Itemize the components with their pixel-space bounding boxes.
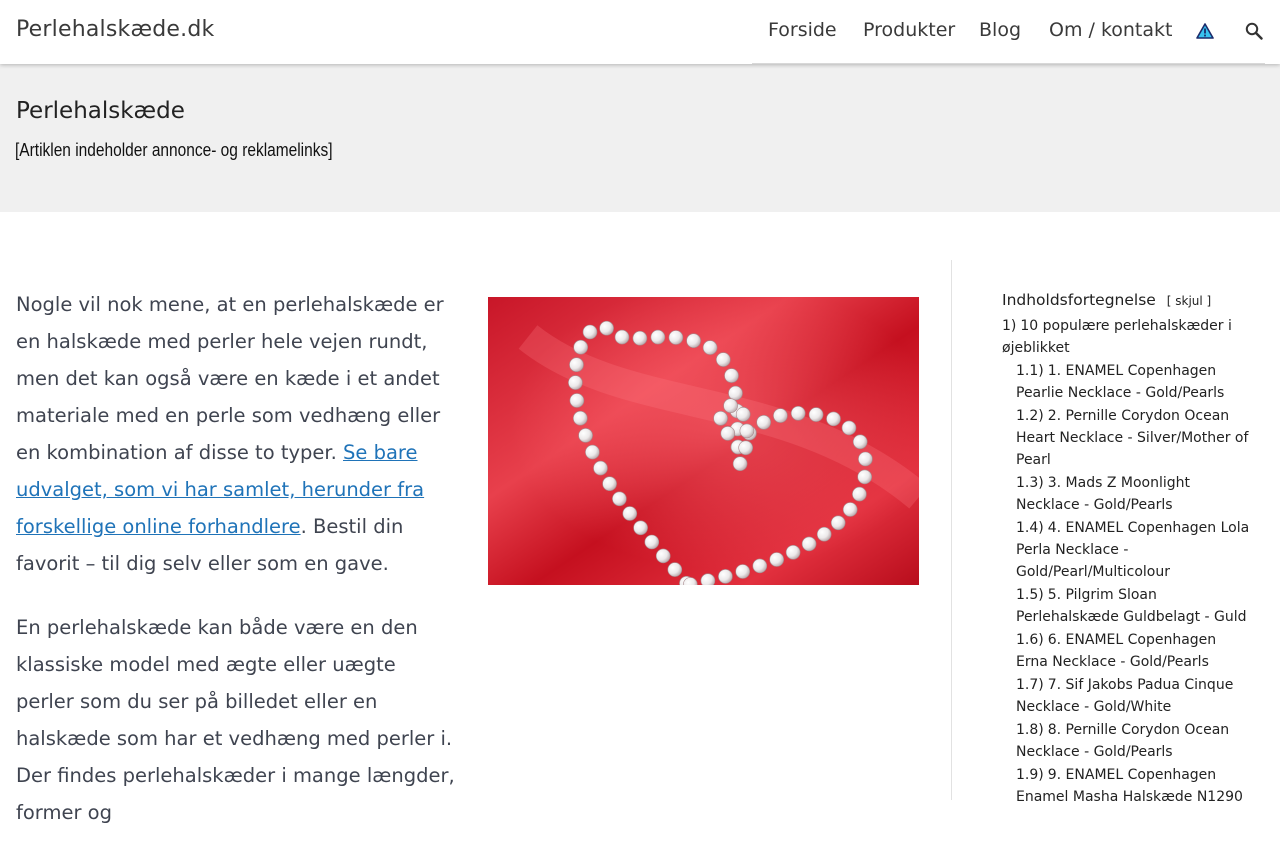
toc-label: 10 populære perlehalskæder i øjeblikket (1002, 318, 1232, 356)
toc-item[interactable]: 1.6) 6. ENAMEL Copenhagen Erna Necklace -… (1002, 629, 1252, 673)
toc-number: 1.4) (1016, 520, 1044, 536)
toc-label: 5. Pilgrim Sloan Perlehalskæde Guldbelag… (1016, 587, 1247, 625)
toc-label: 4. ENAMEL Copenhagen Lola Perla Necklace… (1016, 520, 1250, 580)
article-body: Nogle vil nok mene, at en perlehalskæde … (16, 286, 456, 858)
toc-item[interactable]: 1.5) 5. Pilgrim Sloan Perlehalskæde Guldb… (1002, 584, 1252, 628)
toc-item[interactable]: 1) 10 populære perlehalskæder i øjeblikke… (1002, 315, 1252, 359)
toc-number: 1.2) (1016, 408, 1044, 424)
search-icon[interactable] (1245, 22, 1263, 40)
sidebar-divider (951, 260, 952, 800)
toc-number: 1.6) (1016, 632, 1044, 648)
nav-item-forside[interactable]: Forside (768, 19, 837, 41)
toc-number: 1.8) (1016, 722, 1044, 738)
toc-label: 9. ENAMEL Copenhagen Enamel Masha Halskæ… (1016, 767, 1243, 805)
ad-disclaimer: [Artiklen indeholder annonce- og reklame… (15, 140, 333, 160)
table-of-contents: Indholdsfortegnelse [ skjul ] 1) 10 popul… (1002, 291, 1252, 809)
toc-number: 1.9) (1016, 767, 1044, 783)
site-title[interactable]: Perlehalskæde.dk (16, 17, 214, 42)
toc-item[interactable]: 1.4) 4. ENAMEL Copenhagen Lola Perla Neck… (1002, 517, 1252, 583)
intro-text: Nogle vil nok mene, at en perlehalskæde … (16, 293, 444, 464)
nav-item-produkter[interactable]: Produkter (863, 19, 955, 41)
toc-label: 7. Sif Jakobs Padua Cinque Necklace - Go… (1016, 677, 1234, 715)
toc-item[interactable]: 1.8) 8. Pernille Corydon Ocean Necklace -… (1002, 719, 1252, 763)
toc-title: Indholdsfortegnelse (1002, 291, 1156, 309)
page-title: Perlehalskæde (16, 98, 185, 124)
toc-item[interactable]: 1.9) 9. ENAMEL Copenhagen Enamel Masha Ha… (1002, 764, 1252, 808)
pearl-heart-illustration (488, 297, 919, 585)
toc-number: 1.5) (1016, 587, 1044, 603)
site-header: Perlehalskæde.dk Forside Produkter Blog … (0, 0, 1280, 64)
intro-paragraph: Nogle vil nok mene, at en perlehalskæde … (16, 286, 456, 582)
toc-item[interactable]: 1.2) 2. Pernille Corydon Ocean Heart Neck… (1002, 405, 1252, 471)
nav-item-blog[interactable]: Blog (979, 19, 1021, 41)
second-paragraph: En perlehalskæde kan både være en den kl… (16, 616, 455, 824)
toc-header: Indholdsfortegnelse [ skjul ] (1002, 291, 1252, 309)
toc-number: 1.3) (1016, 475, 1044, 491)
main-nav: Forside Produkter Blog Om / kontakt (752, 0, 1265, 64)
toc-toggle[interactable]: [ skjul ] (1167, 294, 1211, 308)
page-banner: Perlehalskæde [Artiklen indeholder annon… (0, 64, 1280, 212)
toc-item[interactable]: 1.7) 7. Sif Jakobs Padua Cinque Necklace … (1002, 674, 1252, 718)
pearl-heart-image (488, 297, 919, 585)
toc-item[interactable]: 1.3) 3. Mads Z Moonlight Necklace - Gold/… (1002, 472, 1252, 516)
toc-number: 1.7) (1016, 677, 1044, 693)
toc-number: 1.1) (1016, 363, 1044, 379)
nav-item-om-kontakt[interactable]: Om / kontakt (1049, 19, 1172, 41)
toc-label: 2. Pernille Corydon Ocean Heart Necklace… (1016, 408, 1249, 468)
toc-label: 1. ENAMEL Copenhagen Pearlie Necklace - … (1016, 363, 1225, 401)
toc-number: 1) (1002, 318, 1017, 334)
toc-item[interactable]: 1.1) 1. ENAMEL Copenhagen Pearlie Necklac… (1002, 360, 1252, 404)
toc-label: 8. Pernille Corydon Ocean Necklace - Gol… (1016, 722, 1230, 760)
warning-icon[interactable] (1196, 23, 1214, 39)
toc-label: 6. ENAMEL Copenhagen Erna Necklace - Gol… (1016, 632, 1217, 670)
